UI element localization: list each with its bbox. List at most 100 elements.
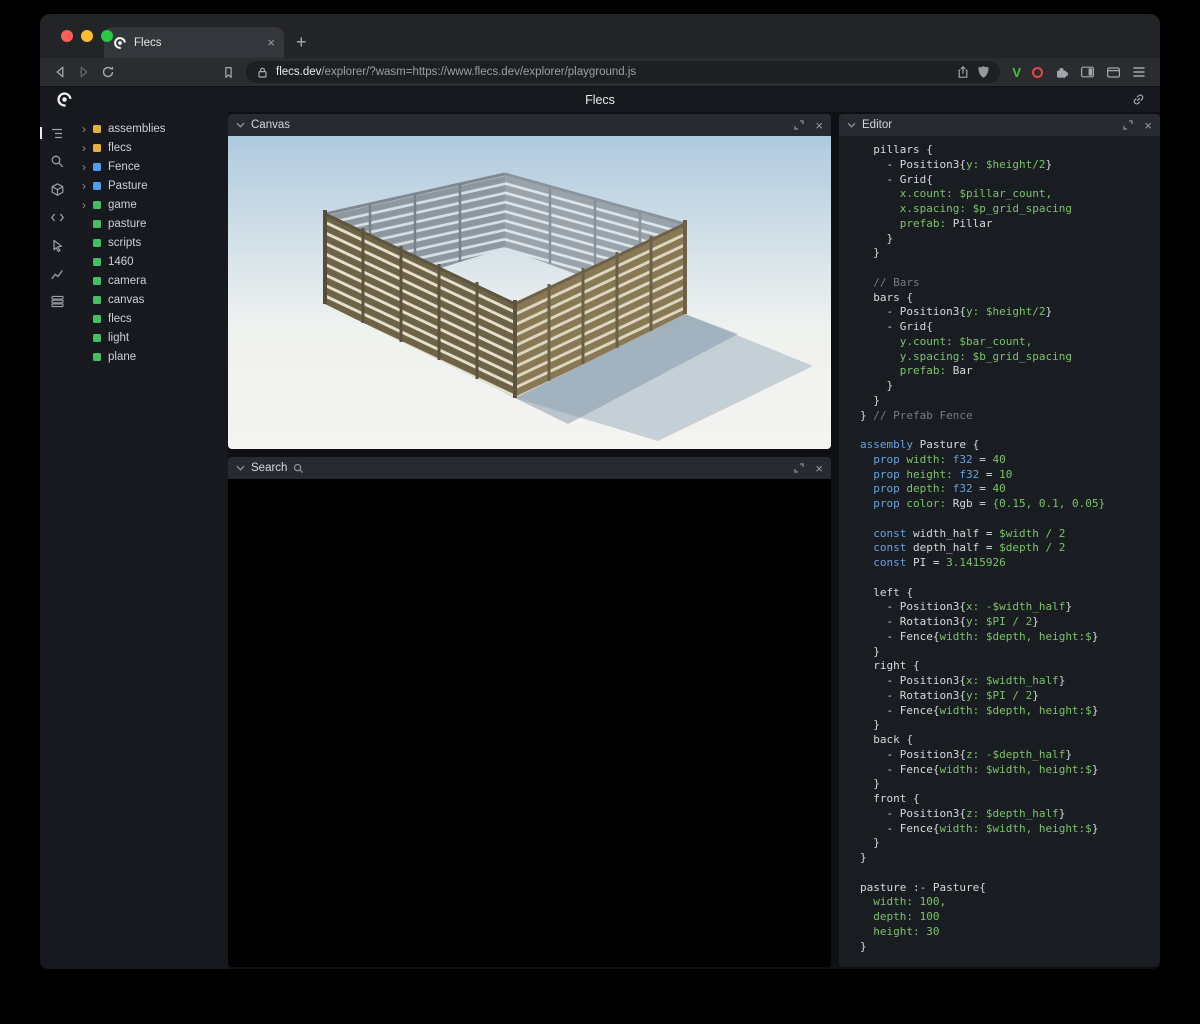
code-line[interactable]: - Position3{x: $width_half} <box>860 674 1160 689</box>
code-line[interactable]: } <box>860 940 1160 955</box>
code-line[interactable] <box>860 571 1160 586</box>
tree-item-1460[interactable]: 1460 <box>75 252 228 271</box>
tree-item-scripts[interactable]: scripts <box>75 233 228 252</box>
code-line[interactable]: const PI = 3.1415926 <box>860 556 1160 571</box>
code-line[interactable]: } <box>860 379 1160 394</box>
sidebar-toggle-icon[interactable] <box>1080 65 1095 79</box>
share-link-icon[interactable] <box>1131 92 1146 107</box>
code-line[interactable]: assembly Pasture { <box>860 438 1160 453</box>
close-icon[interactable]: × <box>815 119 823 132</box>
code-line[interactable]: } <box>860 851 1160 866</box>
code-line[interactable]: - Fence{width: $depth, height:$} <box>860 630 1160 645</box>
wallet-icon[interactable] <box>1106 66 1121 79</box>
expand-arrow-icon[interactable]: › <box>82 161 93 173</box>
code-line[interactable] <box>860 866 1160 881</box>
tree-item-Pasture[interactable]: ›Pasture <box>75 176 228 195</box>
entities-icon[interactable] <box>49 181 66 198</box>
tree-item-game[interactable]: ›game <box>75 195 228 214</box>
code-line[interactable]: - Grid{ <box>860 173 1160 188</box>
code-line[interactable]: - Position3{z: -$depth_half} <box>860 748 1160 763</box>
code-line[interactable]: // Bars <box>860 276 1160 291</box>
maximize-window-button[interactable] <box>101 30 113 42</box>
tree-item-canvas[interactable]: canvas <box>75 290 228 309</box>
close-icon[interactable]: × <box>1144 119 1152 132</box>
code-line[interactable]: } <box>860 246 1160 261</box>
tree-item-Fence[interactable]: ›Fence <box>75 157 228 176</box>
tree-item-flecs[interactable]: flecs <box>75 309 228 328</box>
tree-item-plane[interactable]: plane <box>75 347 228 366</box>
expand-icon[interactable] <box>794 120 804 130</box>
code-line[interactable]: bars { <box>860 291 1160 306</box>
code-line[interactable]: } // Prefab Fence <box>860 409 1160 424</box>
code-line[interactable]: } <box>860 394 1160 409</box>
address-bar[interactable]: flecs.dev/explorer/?wasm=https://www.fle… <box>246 61 1000 83</box>
code-line[interactable]: depth: 100 <box>860 910 1160 925</box>
flecs-logo-icon[interactable] <box>56 91 73 108</box>
code-line[interactable]: prop height: f32 = 10 <box>860 468 1160 483</box>
menu-icon[interactable] <box>1132 66 1146 78</box>
tree-item-flecs[interactable]: ›flecs <box>75 138 228 157</box>
expand-arrow-icon[interactable]: › <box>82 142 93 154</box>
outline-icon[interactable] <box>49 125 66 142</box>
close-icon[interactable]: × <box>815 462 823 475</box>
code-line[interactable]: } <box>860 718 1160 733</box>
expand-arrow-icon[interactable]: › <box>82 199 93 211</box>
code-line[interactable]: - Fence{width: $width, height:$} <box>860 763 1160 778</box>
code-line[interactable] <box>860 261 1160 276</box>
code-line[interactable]: const width_half = $width / 2 <box>860 527 1160 542</box>
code-line[interactable]: - Position3{y: $height/2} <box>860 158 1160 173</box>
back-button[interactable] <box>48 61 72 83</box>
code-line[interactable]: y.spacing: $b_grid_spacing <box>860 350 1160 365</box>
tree-item-assemblies[interactable]: ›assemblies <box>75 119 228 138</box>
stats-icon[interactable] <box>49 265 66 282</box>
code-line[interactable]: x.count: $pillar_count, <box>860 187 1160 202</box>
code-line[interactable]: x.spacing: $p_grid_spacing <box>860 202 1160 217</box>
minimize-window-button[interactable] <box>81 30 93 42</box>
chevron-down-icon[interactable] <box>236 465 245 471</box>
expand-icon[interactable] <box>794 463 804 473</box>
code-line[interactable]: - Rotation3{y: $PI / 2} <box>860 689 1160 704</box>
extensions-puzzle-icon[interactable] <box>1054 65 1069 80</box>
code-line[interactable]: right { <box>860 659 1160 674</box>
code-line[interactable]: - Position3{x: -$width_half} <box>860 600 1160 615</box>
forward-button[interactable] <box>72 61 96 83</box>
code-line[interactable]: } <box>860 777 1160 792</box>
code-line[interactable] <box>860 512 1160 527</box>
search-query-area[interactable] <box>228 479 831 967</box>
bookmark-icon[interactable] <box>216 61 240 83</box>
tree-item-pasture[interactable]: pasture <box>75 214 228 233</box>
code-line[interactable]: back { <box>860 733 1160 748</box>
code-line[interactable]: - Grid{ <box>860 320 1160 335</box>
share-icon[interactable] <box>956 65 970 79</box>
tree-item-camera[interactable]: camera <box>75 271 228 290</box>
canvas-panel-header[interactable]: Canvas × <box>228 114 831 136</box>
code-line[interactable]: height: 30 <box>860 925 1160 940</box>
chevron-down-icon[interactable] <box>236 122 245 128</box>
code-line[interactable]: width: 100, <box>860 895 1160 910</box>
code-line[interactable]: prop depth: f32 = 40 <box>860 482 1160 497</box>
code-line[interactable]: } <box>860 836 1160 851</box>
code-line[interactable]: - Fence{width: $depth, height:$} <box>860 704 1160 719</box>
code-line[interactable]: prop width: f32 = 40 <box>860 453 1160 468</box>
code-line[interactable]: left { <box>860 586 1160 601</box>
code-line[interactable] <box>860 423 1160 438</box>
expand-arrow-icon[interactable]: › <box>82 123 93 135</box>
expand-icon[interactable] <box>1123 120 1133 130</box>
browser-tab[interactable]: Flecs × <box>104 27 284 58</box>
search-panel-header[interactable]: Search × <box>228 457 831 479</box>
code-line[interactable]: - Fence{width: $width, height:$} <box>860 822 1160 837</box>
search-icon[interactable] <box>49 153 66 170</box>
code-line[interactable]: y.count: $bar_count, <box>860 335 1160 350</box>
canvas-3d-viewport[interactable] <box>228 136 831 449</box>
code-icon[interactable] <box>49 209 66 226</box>
memory-icon[interactable] <box>49 293 66 310</box>
code-line[interactable]: - Position3{y: $height/2} <box>860 305 1160 320</box>
chevron-down-icon[interactable] <box>847 122 856 128</box>
brave-shield-icon[interactable] <box>977 65 990 79</box>
code-line[interactable]: prefab: Pillar <box>860 217 1160 232</box>
tree-item-light[interactable]: light <box>75 328 228 347</box>
code-line[interactable]: const depth_half = $depth / 2 <box>860 541 1160 556</box>
v-extension-icon[interactable]: V <box>1012 66 1021 79</box>
code-line[interactable]: } <box>860 232 1160 247</box>
reload-button[interactable] <box>96 61 120 83</box>
